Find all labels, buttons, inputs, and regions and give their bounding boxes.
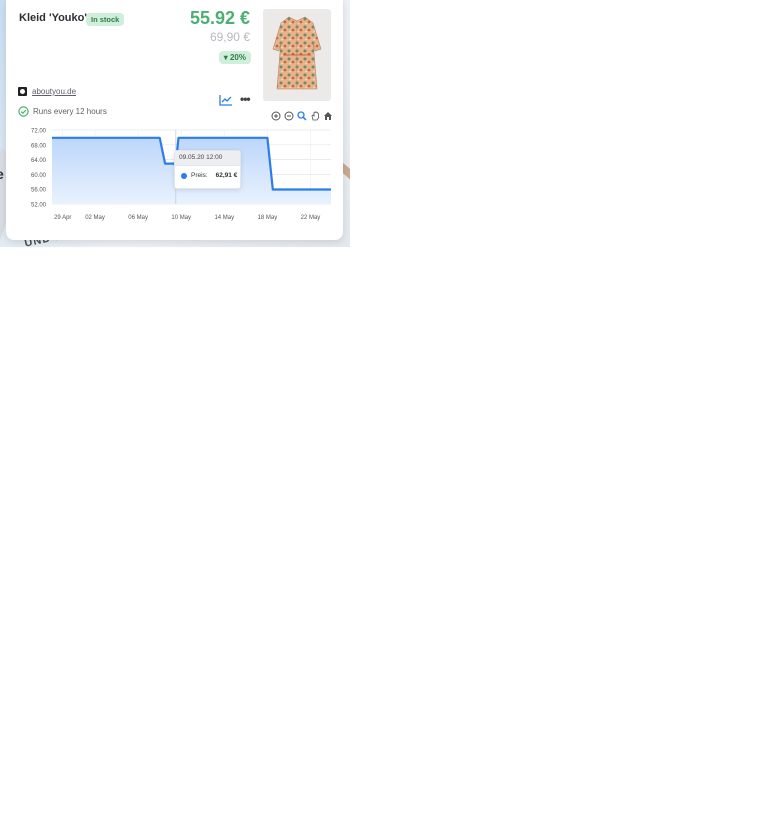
schedule-row: Runs every 12 hours <box>18 106 107 117</box>
schedule-text: Runs every 12 hours <box>33 107 107 116</box>
y-tick-label: 64.00 <box>31 158 47 164</box>
zoom-out-icon[interactable] <box>284 108 294 121</box>
tooltip-value: 62,91 € <box>215 172 238 179</box>
tooltip-row: Preis: 62,91 € <box>175 166 240 179</box>
caret-down-icon: ▾ <box>223 53 228 62</box>
dress-image <box>272 16 322 90</box>
magnifier-icon[interactable] <box>297 108 307 121</box>
product-card[interactable]: Kleid 'Youko' In stock 55.92 € 69,90 € ▾… <box>6 0 343 240</box>
x-tick-label: 10 May <box>171 215 191 221</box>
x-tick-label: 18 May <box>258 215 278 221</box>
current-price: 55.92 € <box>189 8 250 28</box>
product-title: Kleid 'Youko' <box>19 12 87 24</box>
map-label-fragment: e <box>0 166 4 182</box>
more-horizontal-icon: ••• <box>240 92 251 106</box>
discount-badge: ▾ 20% <box>218 51 251 64</box>
x-tick-label: 22 May <box>301 215 321 221</box>
zoom-in-icon[interactable] <box>271 108 281 121</box>
chart-zoom-toolbar <box>271 108 333 121</box>
y-tick-label: 60.00 <box>31 173 47 179</box>
chart-view-button[interactable] <box>219 93 233 106</box>
x-tick-label: 14 May <box>214 215 234 221</box>
tooltip-series-label: Preis: <box>191 172 208 179</box>
x-tick-label: 06 May <box>128 215 148 221</box>
more-options-button[interactable]: ••• <box>240 92 251 106</box>
site-row: aboutyou.de <box>18 87 76 96</box>
x-tick-label: 02 May <box>85 215 105 221</box>
y-tick-label: 52.00 <box>31 203 47 209</box>
pan-hand-icon[interactable] <box>310 108 320 121</box>
site-link[interactable]: aboutyou.de <box>32 87 76 96</box>
y-tick-label: 56.00 <box>31 188 47 194</box>
y-tick-label: 68.00 <box>31 143 47 149</box>
chart-tooltip: 09.05.20 12:00 Preis: 62,91 € <box>174 150 241 189</box>
series-dot-icon <box>181 172 187 179</box>
original-price: 69,90 € <box>209 30 250 44</box>
x-tick-label: 29 Apr <box>54 215 71 221</box>
stock-badge: In stock <box>86 13 125 26</box>
y-tick-label: 72.00 <box>31 129 47 135</box>
check-circle-icon <box>18 106 29 117</box>
discount-value: 20% <box>229 53 246 62</box>
product-image[interactable] <box>263 9 331 101</box>
line-chart-icon <box>219 95 232 106</box>
home-icon[interactable] <box>323 108 333 120</box>
site-favicon-icon <box>18 87 27 96</box>
tooltip-date: 09.05.20 12:00 <box>175 151 240 166</box>
